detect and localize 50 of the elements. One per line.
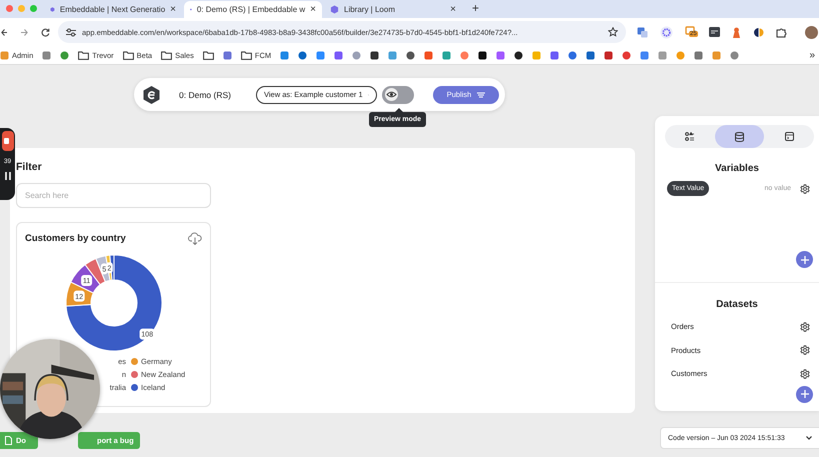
- database-icon: [735, 132, 744, 142]
- gear-icon[interactable]: [800, 322, 810, 332]
- stop-button[interactable]: [2, 131, 14, 151]
- folder-icon[interactable]: [202, 50, 214, 60]
- browser-tab[interactable]: 0: Demo (RS) | Embeddable w ×: [184, 1, 322, 18]
- close-button[interactable]: ×: [170, 4, 176, 15]
- translate-icon[interactable]: [637, 26, 648, 38]
- gear-icon[interactable]: [800, 184, 810, 194]
- browser-tab[interactable]: Embeddable | Next Generatio ×: [44, 1, 182, 18]
- add-button[interactable]: [796, 386, 813, 402]
- close-button[interactable]: ×: [310, 4, 316, 15]
- extension-icon[interactable]: [709, 27, 720, 37]
- folder-icon: [161, 50, 172, 60]
- panel-tab[interactable]: [714, 125, 764, 148]
- filter-list-icon: [685, 132, 694, 141]
- tune-icon[interactable]: [66, 28, 76, 36]
- avatar-icon[interactable]: [805, 26, 818, 38]
- gear-icon[interactable]: [800, 368, 810, 379]
- close-window-button[interactable]: [6, 5, 13, 12]
- panel-icon: [784, 132, 794, 141]
- folder-icon: [122, 50, 134, 60]
- dashboard-name: 0: Demo (RS): [179, 90, 232, 100]
- publish-icon: [477, 92, 486, 98]
- add-button[interactable]: [796, 251, 813, 268]
- logo-icon: [143, 86, 160, 104]
- section-title: Variables: [714, 163, 760, 174]
- filter-title: Filter: [16, 162, 43, 172]
- extension-icon[interactable]: [753, 26, 764, 38]
- eye-icon: [385, 88, 398, 101]
- new-tab-button[interactable]: +: [472, 1, 480, 15]
- search-field[interactable]: Search here: [16, 183, 211, 208]
- plus-icon: [800, 256, 808, 264]
- folder-icon: [240, 50, 252, 60]
- puzzle-icon[interactable]: [776, 26, 787, 38]
- document-icon: [5, 436, 12, 445]
- chart-title: Customers by country: [25, 232, 126, 244]
- plus-icon: [800, 390, 808, 398]
- folder-icon: [78, 50, 90, 60]
- more-bookmarks-button[interactable]: »: [809, 50, 815, 60]
- forward-icon[interactable]: [20, 28, 29, 36]
- cloud-download-icon[interactable]: [188, 232, 202, 244]
- pause-icon[interactable]: [4, 172, 10, 180]
- star-icon[interactable]: [608, 27, 618, 37]
- browser-tab[interactable]: Library | Loom ×: [324, 1, 462, 18]
- reload-icon[interactable]: [41, 28, 50, 36]
- section-title: Datasets: [715, 299, 759, 310]
- gear-icon[interactable]: [800, 345, 810, 356]
- close-button[interactable]: ×: [450, 4, 456, 15]
- back-icon[interactable]: [1, 28, 8, 36]
- preview-toggle[interactable]: [382, 86, 414, 104]
